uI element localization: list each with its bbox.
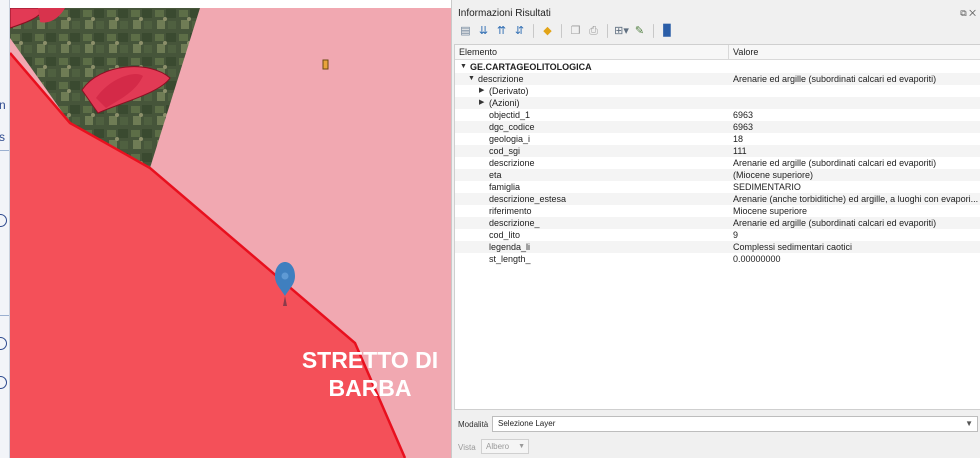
panel-title: Informazioni Risultati [458,8,551,19]
sidebar-fragment-2: s [0,130,5,144]
attribute-value: 0.00000000 [733,254,781,264]
tree-actions-row[interactable]: ▶ (Azioni) [455,97,980,109]
attribute-key: riferimento [489,206,532,216]
map-place-label-line-2: BARBA [328,375,412,401]
results-toolbar: ▤ ⇊ ⇈ ⇵ ◆ ❐ ⎙ ⊞▾ ✎ ▉ [458,22,675,40]
attribute-row[interactable]: legenda_li Complessi sedimentari caotici [455,241,980,253]
mode-row: Modalità Selezione Layer ▼ [452,414,980,434]
attribute-row[interactable]: st_length_ 0.00000000 [455,253,980,265]
derived-label: (Derivato) [489,86,529,96]
attribute-key: geologia_i [489,134,531,144]
column-header-value[interactable]: Valore [733,47,758,57]
tree-feature-row[interactable]: ▼ descrizione Arenarie ed argille (subor… [455,73,980,85]
expand-all-icon[interactable]: ⇵ [512,24,527,39]
collapsed-arrow-icon[interactable]: ▶ [479,85,484,97]
map-point-feature[interactable] [322,59,329,70]
expand-icon[interactable]: ▤ [458,24,473,39]
view-select-value: Albero [486,442,510,451]
map-place-label: STRETTO DI BARBA [285,346,451,402]
attribute-value: 111 [733,146,747,156]
tree-layer-row[interactable]: ▼ GE.CARTAGEOLITOLOGICA [455,61,980,73]
mode-select-value: Selezione Layer [498,419,556,428]
attribute-value: Arenarie (anche torbiditiche) ed argille… [733,194,979,204]
toolbar-separator [653,24,654,38]
attribute-key: dgc_codice [489,122,535,132]
help-icon[interactable]: ▉ [660,24,675,39]
mode-label: Modalità [458,420,489,429]
toolbar-separator [607,24,608,38]
view-select[interactable]: Albero ▼ [481,439,529,454]
attribute-key: descrizione [489,158,535,168]
actions-label: (Azioni) [489,98,520,108]
sidebar-divider [0,150,9,151]
toolbar-separator [533,24,534,38]
attribute-key: cod_lito [489,230,521,240]
copy-feature-icon[interactable]: ❐ [568,24,583,39]
expand-arrow-icon[interactable]: ▼ [460,61,467,73]
attribute-value: Miocene superiore [733,206,808,216]
attribute-row[interactable]: objectid_1 6963 [455,109,980,121]
host-app-sidebar: n s [0,0,10,458]
feature-key: descrizione [478,74,524,84]
panel-window-controls[interactable]: ⧉ ✕ [960,8,976,19]
attribute-row[interactable]: riferimento Miocene superiore [455,205,980,217]
attribute-row[interactable]: descrizione_ Arenarie ed argille (subord… [455,217,980,229]
chevron-down-icon[interactable]: ▼ [965,417,973,431]
attribute-row[interactable]: descrizione Arenarie ed argille (subordi… [455,157,980,169]
attribute-key: cod_sgi [489,146,521,156]
tree-header: Elemento Valore [455,45,980,60]
mode-select[interactable]: Selezione Layer ▼ [492,416,978,432]
print-icon[interactable]: ⎙ [586,24,601,39]
attribute-value: 18 [733,134,744,144]
attribute-key: st_length_ [489,254,531,264]
expand-arrow-icon[interactable]: ▼ [468,73,475,85]
toolbar-separator [561,24,562,38]
sidebar-circle-icon[interactable] [0,337,7,350]
results-tree[interactable]: Elemento Valore ▼ GE.CARTAGEOLITOLOGICA … [454,44,980,410]
feature-value: Arenarie ed argille (subordinati calcari… [733,74,937,84]
collapse-tree-icon[interactable]: ⇊ [476,24,491,39]
attribute-value: Arenarie ed argille (subordinati calcari… [733,218,937,228]
identify-results-panel: Informazioni Risultati ⧉ ✕ ▤ ⇊ ⇈ ⇵ ◆ ❐ ⎙… [451,0,980,458]
view-label: Vista [458,443,476,452]
attribute-row[interactable]: cod_sgi 111 [455,145,980,157]
attribute-value: 6963 [733,110,754,120]
attribute-value: SEDIMENTARIO [733,182,801,192]
sidebar-fragment-1: n [0,98,6,112]
column-divider[interactable] [728,45,729,60]
view-row: Vista Albero ▼ [452,438,980,456]
sidebar-circle-icon[interactable] [0,376,7,389]
map-place-label-line-1: STRETTO DI [301,347,439,373]
attribute-value: (Miocene superiore) [733,170,814,180]
attribute-key: descrizione_ [489,218,540,228]
attribute-key: objectid_1 [489,110,531,120]
zoom-icon[interactable]: ⊞▾ [614,24,629,39]
attribute-row[interactable]: famiglia SEDIMENTARIO [455,181,980,193]
deselect-icon[interactable]: ◆ [540,24,555,39]
sidebar-circle-icon[interactable] [0,214,7,227]
expand-new-icon[interactable]: ⇈ [494,24,509,39]
attribute-value: Complessi sedimentari caotici [733,242,853,252]
attribute-row[interactable]: descrizione_estesa Arenarie (anche torbi… [455,193,980,205]
attribute-row[interactable]: cod_lito 9 [455,229,980,241]
collapsed-arrow-icon[interactable]: ▶ [479,97,484,109]
layer-name: GE.CARTAGEOLITOLOGICA [470,62,592,72]
attribute-key: legenda_li [489,242,531,252]
attribute-row[interactable]: geologia_i 18 [455,133,980,145]
attribute-key: famiglia [489,182,521,192]
attribute-row[interactable]: eta (Miocene superiore) [455,169,980,181]
attribute-row[interactable]: dgc_codice 6963 [455,121,980,133]
map-canvas[interactable]: STRETTO DI BARBA [10,8,451,458]
chevron-down-icon[interactable]: ▼ [518,440,525,453]
sidebar-divider [0,315,9,316]
attribute-value: 9 [733,230,739,240]
attribute-key: descrizione_estesa [489,194,567,204]
settings-icon[interactable]: ✎ [632,24,647,39]
attribute-value: Arenarie ed argille (subordinati calcari… [733,158,937,168]
attribute-key: eta [489,170,502,180]
attribute-value: 6963 [733,122,754,132]
column-header-feature[interactable]: Elemento [459,47,497,57]
tree-derived-row[interactable]: ▶ (Derivato) [455,85,980,97]
